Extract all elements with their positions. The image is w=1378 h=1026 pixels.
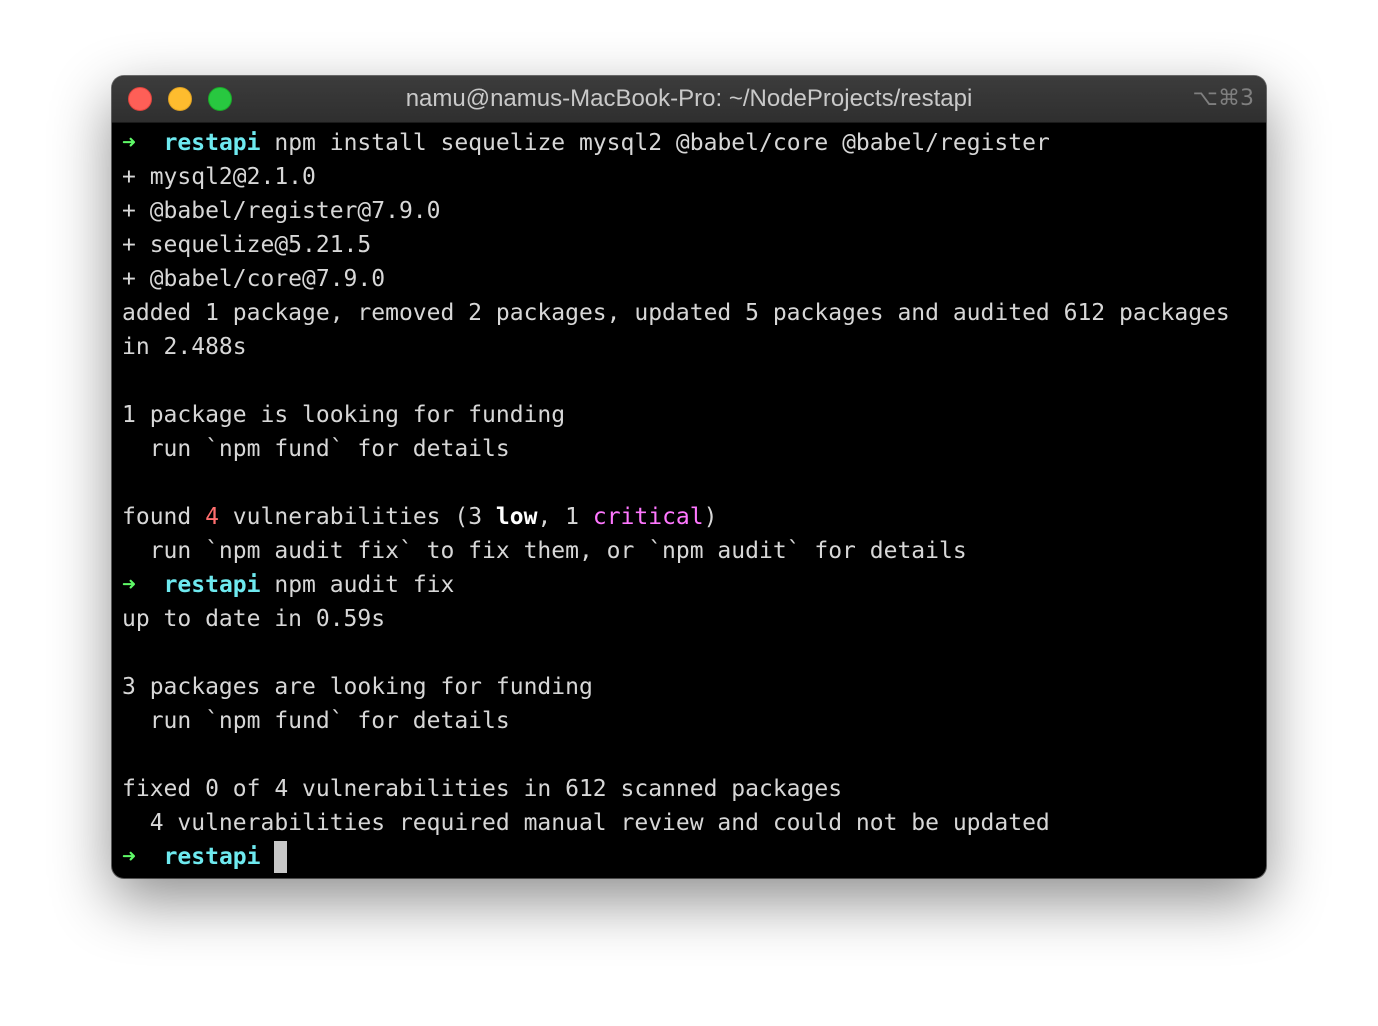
window-shortcut: ⌥⌘3 (1192, 86, 1254, 111)
prompt-line: ➜ restapi npm audit fix (122, 568, 1256, 602)
output-line: fixed 0 of 4 vulnerabilities in 612 scan… (122, 776, 843, 802)
output-line: run `npm audit fix` to fix them, or `npm… (122, 538, 967, 564)
prompt-directory: restapi (163, 572, 261, 598)
text-cursor (274, 841, 288, 873)
output-line: + mysql2@2.1.0 (122, 164, 316, 190)
vuln-count: 4 (205, 504, 219, 530)
command-text: npm audit fix (260, 572, 455, 598)
vuln-mid2: , 1 (537, 504, 593, 530)
title-bar: namu@namus-MacBook-Pro: ~/NodeProjects/r… (112, 76, 1266, 123)
command-text: npm install sequelize mysql2 @babel/core… (260, 130, 1050, 156)
output-line: in 2.488s (122, 334, 247, 360)
vuln-critical-label: critical (592, 504, 704, 530)
output-line: 4 vulnerabilities required manual review… (122, 810, 1050, 836)
window-title: namu@namus-MacBook-Pro: ~/NodeProjects/r… (405, 85, 973, 112)
prompt-line: ➜ restapi npm install sequelize mysql2 @… (122, 126, 1256, 160)
active-prompt-line[interactable]: ➜ restapi (122, 840, 1256, 874)
prompt-directory: restapi (163, 844, 261, 870)
vulnerability-summary-line: found 4 vulnerabilities (3 low, 1 critic… (122, 500, 1256, 534)
prompt-arrow-icon: ➜ (122, 130, 136, 156)
output-line: + @babel/register@7.9.0 (122, 198, 441, 224)
vuln-low-label: low (495, 504, 538, 530)
output-line: run `npm fund` for details (122, 436, 510, 462)
output-line: + sequelize@5.21.5 (122, 232, 372, 258)
vuln-mid: vulnerabilities (3 (218, 504, 496, 530)
output-line: up to date in 0.59s (122, 606, 386, 632)
vuln-suffix: ) (703, 504, 718, 530)
prompt-arrow-icon: ➜ (122, 844, 136, 870)
output-line: 1 package is looking for funding (122, 402, 566, 428)
prompt-directory: restapi (163, 130, 261, 156)
vuln-prefix: found (122, 504, 206, 530)
terminal-output[interactable]: ➜ restapi npm install sequelize mysql2 @… (122, 126, 1256, 874)
output-line: run `npm fund` for details (122, 708, 510, 734)
terminal-window: namu@namus-MacBook-Pro: ~/NodeProjects/r… (112, 76, 1266, 878)
output-line: + @babel/core@7.9.0 (122, 266, 386, 292)
output-line: 3 packages are looking for funding (122, 674, 593, 700)
prompt-arrow-icon: ➜ (122, 572, 136, 598)
output-line: added 1 package, removed 2 packages, upd… (122, 300, 1230, 326)
